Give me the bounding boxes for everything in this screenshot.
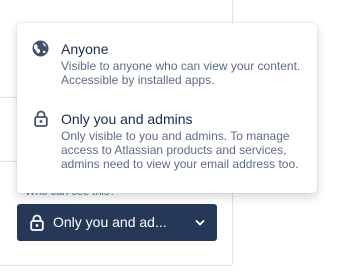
menu-option-only-you-and-admins[interactable]: Only you and admins Only visible to you … bbox=[17, 107, 317, 187]
visibility-selected-label: Only you and ad... bbox=[53, 214, 167, 230]
visibility-dropdown-button[interactable]: Only you and ad... bbox=[17, 204, 217, 241]
option-description: Visible to anyone who can view your cont… bbox=[61, 59, 301, 87]
menu-option-anyone[interactable]: Anyone Visible to anyone who can view yo… bbox=[17, 37, 317, 97]
option-title: Only you and admins bbox=[61, 111, 193, 127]
option-description: Only visible to you and admins. To manag… bbox=[61, 129, 299, 171]
chevron-down-icon bbox=[195, 220, 205, 226]
visibility-menu: Anyone Visible to anyone who can view yo… bbox=[17, 23, 317, 193]
lock-icon bbox=[34, 110, 48, 127]
divider bbox=[0, 161, 17, 162]
lock-icon bbox=[30, 214, 44, 231]
globe-icon bbox=[32, 40, 49, 57]
divider bbox=[0, 97, 17, 98]
option-title: Anyone bbox=[61, 41, 109, 57]
